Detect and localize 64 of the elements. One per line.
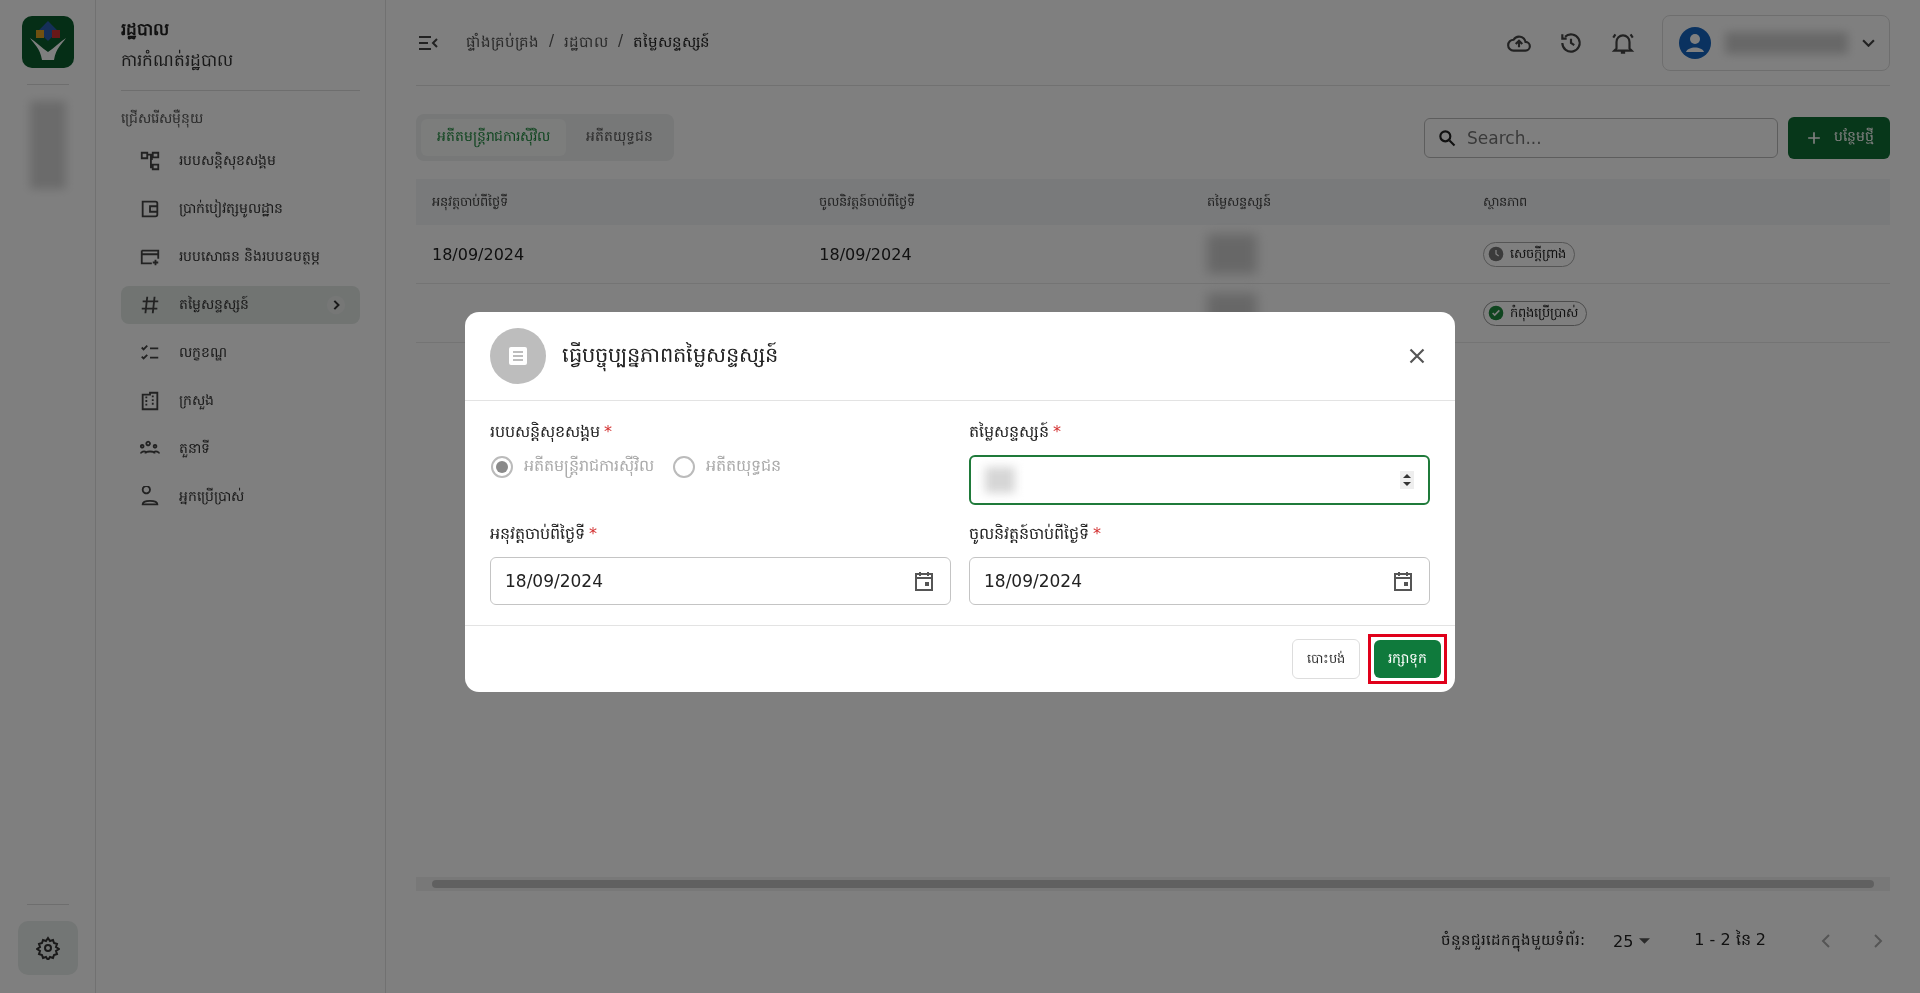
sidebar-item[interactable]: តួនាទី xyxy=(121,430,360,468)
field-label: តម្លៃសន្ទស្សន៍ xyxy=(969,422,1049,441)
table-cell: 18/09/2024 xyxy=(819,244,912,264)
page-range: 1 - 2 នៃ 2 xyxy=(1694,929,1766,951)
person-icon xyxy=(139,486,161,508)
field-label: អនុវត្តចាប់ពីថ្ងៃទី xyxy=(490,524,585,543)
breadcrumb-current: តម្លៃសន្ទស្សន៍ xyxy=(633,31,711,53)
required-mark: * xyxy=(604,422,612,441)
caret-icon xyxy=(1639,938,1651,944)
sidebar-item[interactable]: ប្រាក់បៀវត្សមូលដ្ឋាន xyxy=(121,190,360,228)
rows-per-page-label: ចំនួនជួរដេកក្នុងមួយទំព័រ: xyxy=(1440,930,1585,952)
column-header: ស្ថានភាព xyxy=(1482,192,1529,212)
scrollbar[interactable] xyxy=(416,877,1890,891)
save-button[interactable]: រក្សាទុក xyxy=(1374,640,1441,678)
avatar-icon xyxy=(1679,26,1711,59)
tab[interactable]: អតីតមន្ត្រីរាជការស៊ីវិល xyxy=(421,119,566,156)
search-icon xyxy=(1437,127,1457,148)
cancel-button[interactable]: បោះបង់ xyxy=(1292,639,1360,679)
wallet-icon xyxy=(139,198,161,220)
check-circle-icon xyxy=(1488,305,1505,321)
hash-icon xyxy=(139,294,161,316)
rows-per-page-select[interactable]: 25 xyxy=(1613,931,1651,951)
add-button[interactable]: បន្ថែមថ្មី xyxy=(1788,116,1890,159)
column-header: អនុវត្តចាប់ពីថ្ងៃទី xyxy=(431,192,509,212)
clock-icon xyxy=(1488,246,1505,262)
sidebar-subtitle: ការកំណត់រដ្ឋបាល xyxy=(121,49,234,73)
blurred-area xyxy=(985,467,1015,493)
required-mark: * xyxy=(1053,422,1061,441)
required-mark: * xyxy=(1093,524,1101,543)
number-field[interactable] xyxy=(969,455,1430,505)
user-menu[interactable] xyxy=(1662,14,1890,71)
sidebar-title: រដ្ឋបាល xyxy=(121,18,170,42)
breadcrumb-separator: / xyxy=(618,31,624,52)
chevron-down-icon xyxy=(1862,38,1875,47)
sidebar-item[interactable]: លក្ខខណ្ឌ xyxy=(121,334,360,372)
sidebar-item[interactable]: របបសន្តិសុខសង្គម xyxy=(121,142,360,180)
calendar-icon xyxy=(912,569,936,593)
date-field[interactable]: 18/09/2024 xyxy=(490,557,951,605)
dialog-title: ធ្វើបច្ចុប្បន្នភាពតម្លៃសន្ទស្សន៍ xyxy=(562,340,778,372)
column-header: ចូលនិវត្តន៍ចាប់ពីថ្ងៃទី xyxy=(818,192,917,212)
section-heading: ជ្រើសរើសម៉ឺនុយ xyxy=(121,109,204,130)
sidebar-item[interactable]: ក្រសួង xyxy=(121,382,360,420)
breadcrumb-separator: / xyxy=(549,31,555,52)
column-header: តម្លៃសន្ទស្សន៍ xyxy=(1205,192,1272,211)
sidebar-item[interactable]: របបសោធន និងរបបឧបត្ថម្ភ xyxy=(121,238,360,276)
sidebar-item[interactable]: តម្លៃសន្ទស្សន៍ xyxy=(121,286,360,324)
spinner-icon xyxy=(1400,471,1414,489)
settings-icon xyxy=(35,936,60,960)
required-mark: * xyxy=(589,524,597,543)
search-field[interactable]: Search... xyxy=(1424,117,1778,158)
calendar-icon xyxy=(1391,569,1415,593)
logo-icon xyxy=(21,16,74,68)
breadcrumb-link[interactable]: រដ្ឋបាល xyxy=(564,31,609,54)
list-icon xyxy=(490,328,546,384)
field-label: របបសន្តិសុខសង្គម xyxy=(490,422,600,441)
sidebar-item[interactable]: អ្នកប្រើប្រាស់ xyxy=(121,478,360,516)
tab[interactable]: អតីតយុទ្ធជន xyxy=(570,119,669,156)
tree-icon xyxy=(139,150,161,172)
breadcrumb-link[interactable]: ផ្ទាំងគ្រប់គ្រង xyxy=(466,31,539,54)
date-field[interactable]: 18/09/2024 xyxy=(969,557,1430,605)
settings-button[interactable] xyxy=(17,921,78,975)
field-label: ចូលនិវត្តន៍ចាប់ពីថ្ងៃទី xyxy=(969,524,1089,543)
building-icon xyxy=(139,390,161,412)
table-cell: 18/09/2024 xyxy=(432,244,525,264)
